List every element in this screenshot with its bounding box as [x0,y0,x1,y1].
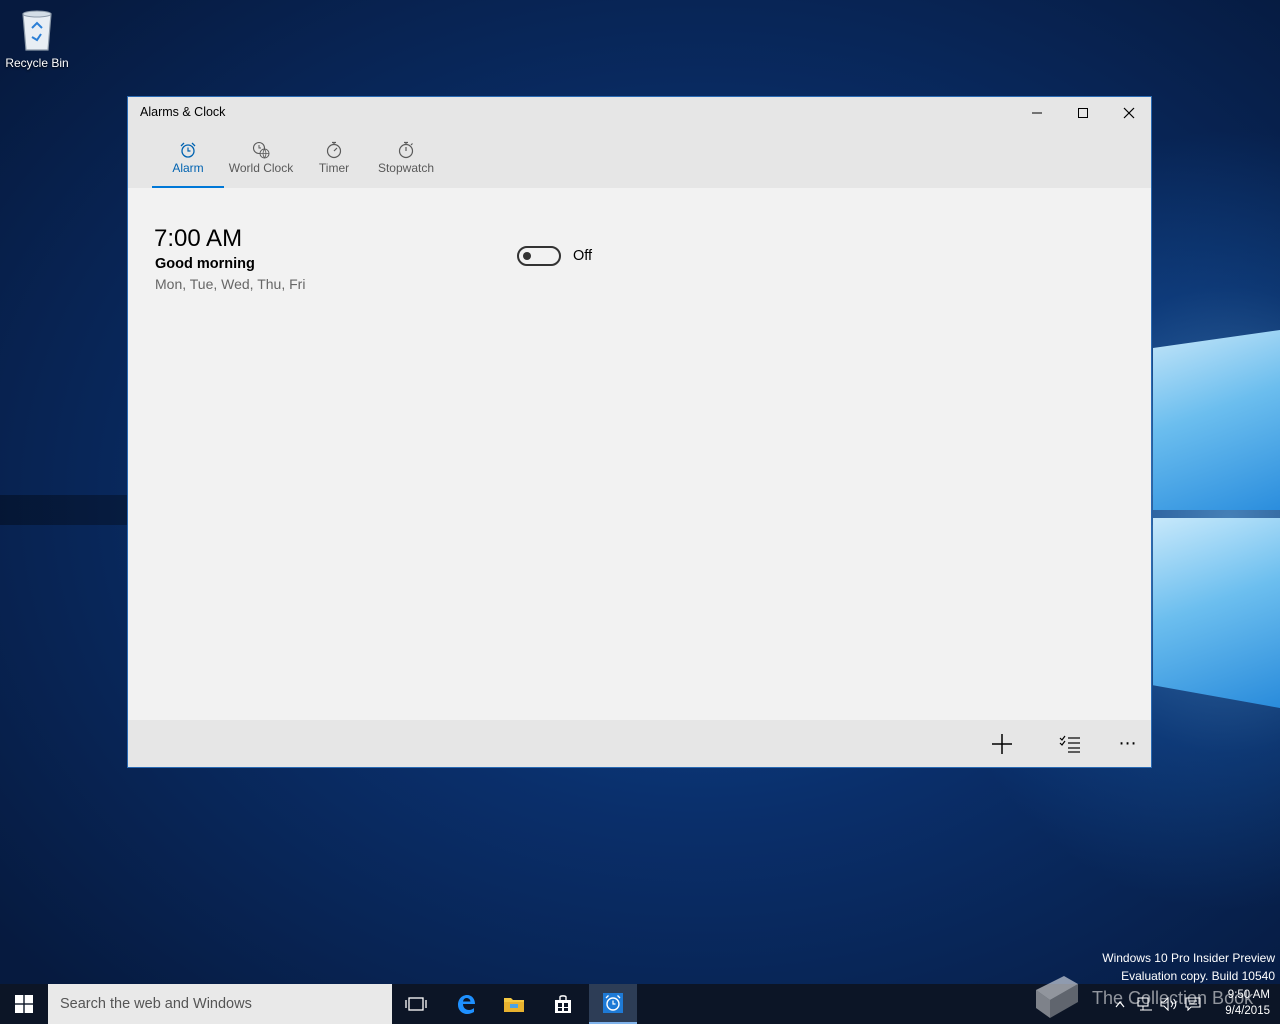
task-view-icon [405,997,427,1011]
globe-clock-icon [252,141,270,159]
select-list-icon [1059,735,1080,753]
alarms-clock-taskbar-button[interactable] [589,984,637,1024]
folder-icon [504,998,524,1012]
alarm-time: 7:00 AM [154,225,243,252]
title-bar[interactable]: Alarms & Clock [128,97,1151,129]
search-input[interactable] [48,984,392,1024]
alarm-list: 7:00 AM Good morning Mon, Tue, Wed, Thu,… [128,188,1151,720]
select-alarms-button[interactable] [1048,720,1092,767]
recycle-bin-icon [17,6,57,52]
close-button[interactable] [1106,97,1152,129]
tab-label: Timer [318,161,350,175]
alarm-days: Mon, Tue, Wed, Thu, Fri [155,276,306,292]
windows-logo-pane-bottom [1153,518,1280,708]
search-box[interactable] [48,984,392,1024]
start-button[interactable] [0,984,48,1024]
alarm-clock-icon [180,142,196,158]
alarm-clock-icon [603,993,623,1013]
tab-world-clock[interactable]: World Clock [226,129,296,188]
alarm-toggle[interactable] [517,246,561,266]
book-watermark-icon [1036,976,1078,1018]
windows-start-icon [15,995,33,1013]
store-button[interactable] [539,984,587,1024]
maximize-icon [1078,108,1088,118]
toggle-state-label: Off [573,248,593,264]
tab-stopwatch[interactable]: Stopwatch [372,129,440,188]
tab-label: Stopwatch [377,161,435,175]
watermark-edition: Windows 10 Pro Insider Preview [1102,951,1275,965]
tab-bar: Alarm World Clock Timer Stopwatch [128,129,1151,188]
edge-button[interactable] [442,984,490,1024]
tab-alarm[interactable]: Alarm [152,129,224,188]
taskbar: 9:50 AM 9/4/2015 [0,984,1280,1024]
alarm-name: Good morning [155,256,255,272]
windows-evaluation-watermark: Windows 10 Pro Insider Preview Evaluatio… [1102,949,1275,985]
tab-timer[interactable]: Timer [312,129,356,188]
windows-logo-pane-top [1153,330,1280,510]
recycle-bin-shortcut[interactable]: Recycle Bin [2,6,72,70]
book-watermark-text: The Collection Book [1092,988,1254,1008]
minimize-icon [1032,112,1042,114]
watermark-build: Evaluation copy. Build 10540 [1121,969,1275,983]
toggle-knob [523,252,531,260]
maximize-button[interactable] [1060,97,1106,129]
timer-icon [326,141,342,159]
stopwatch-icon [398,141,414,159]
more-options-button[interactable]: ⋯ [1106,720,1150,767]
close-icon [1123,107,1135,119]
window-title: Alarms & Clock [140,105,226,119]
recycle-bin-label: Recycle Bin [5,56,69,70]
minimize-button[interactable] [1014,97,1060,129]
task-view-button[interactable] [392,984,440,1024]
file-explorer-button[interactable] [490,984,538,1024]
tab-label: World Clock [228,161,294,175]
alarms-clock-window: Alarms & Clock Alarm World Clock Timer S… [127,96,1152,768]
command-bar: ⋯ [128,720,1151,767]
plus-icon [992,733,1012,754]
add-alarm-button[interactable] [980,720,1024,767]
edge-icon [458,995,475,1014]
store-icon [555,995,571,1013]
tab-label: Alarm [172,161,204,175]
